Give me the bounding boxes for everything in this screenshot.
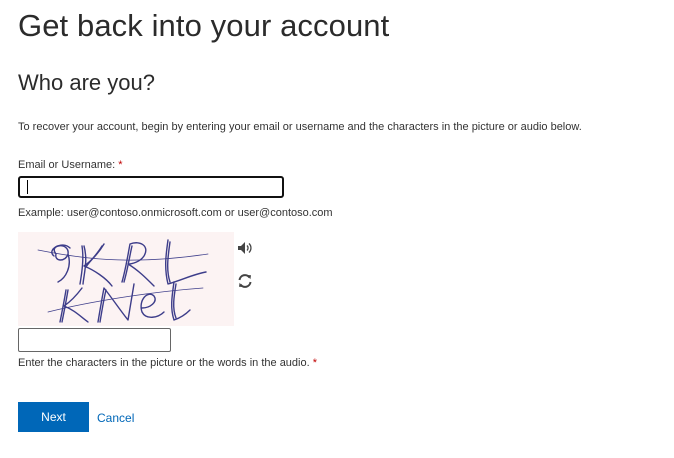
captcha-image [18,232,234,326]
email-field-label: Email or Username: * [18,159,123,171]
refresh-icon-graphic [238,274,252,288]
captcha-input[interactable] [18,328,171,352]
captcha-instruction: Enter the characters in the picture or t… [18,357,317,369]
text-caret [27,180,28,194]
next-button[interactable]: Next [18,402,89,432]
refresh-icon[interactable] [236,272,254,290]
email-label-text: Email or Username: [18,159,116,171]
email-example-hint: Example: user@contoso.onmicrosoft.com or… [18,207,333,219]
section-title: Who are you? [18,70,155,95]
page-title: Get back into your account [18,8,390,43]
speaker-icon[interactable] [236,240,254,256]
cancel-link[interactable]: Cancel [97,411,134,425]
captcha-text-graphic [37,239,209,323]
intro-text: To recover your account, begin by enteri… [18,121,582,133]
email-field[interactable] [18,176,284,198]
captcha-label-text: Enter the characters in the picture or t… [18,357,310,369]
required-marker: * [118,159,123,171]
speaker-icon-graphic [238,242,252,254]
required-marker: * [312,357,318,369]
